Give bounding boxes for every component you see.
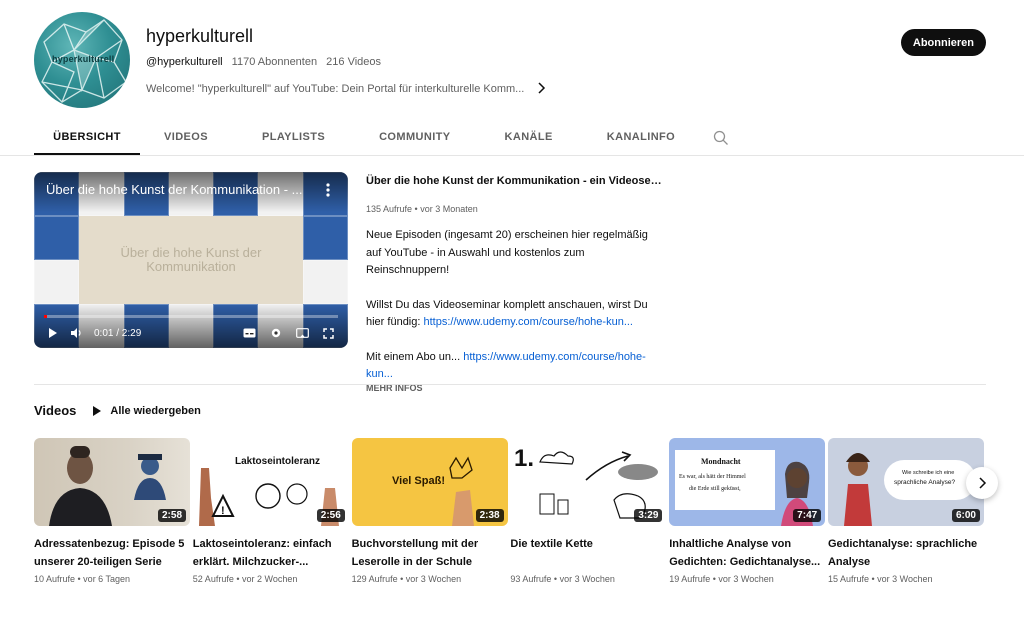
progress-bar[interactable] bbox=[44, 315, 338, 318]
tab-channels[interactable]: KANÄLE bbox=[493, 120, 565, 155]
video-meta: 129 Aufrufe • vor 3 Wochen bbox=[351, 574, 462, 584]
videos-shelf-header: Videos Alle wiedergeben bbox=[34, 403, 201, 418]
video-card[interactable]: Mondnacht Es war, als hätt der Himmel di… bbox=[669, 438, 826, 584]
player-title[interactable]: Über die hohe Kunst der Kommunikation - … bbox=[46, 182, 303, 197]
cast-icon[interactable] bbox=[296, 328, 309, 338]
description-paragraph-3: Mit einem Abo un... https://www.udemy.co… bbox=[366, 350, 646, 381]
video-title[interactable]: Adressatenbezug: Episode 5 unserer 20-te… bbox=[34, 536, 190, 571]
search-icon[interactable] bbox=[713, 120, 733, 155]
video-title[interactable]: Inhaltliche Analyse von Gedichten: Gedic… bbox=[669, 536, 825, 571]
video-thumbnail[interactable]: Mondnacht Es war, als hätt der Himmel di… bbox=[669, 438, 826, 526]
channel-avatar[interactable]: hyperkulturell bbox=[34, 12, 130, 108]
video-card[interactable]: Viel Spaß! 2:38 Buchvorstellung mit der … bbox=[351, 438, 508, 584]
video-meta: 15 Aufrufe • vor 3 Wochen bbox=[827, 574, 933, 584]
video-duration: 3:29 bbox=[634, 509, 663, 522]
video-duration: 2:38 bbox=[475, 509, 504, 522]
video-thumbnail[interactable]: 1. 3:29 bbox=[510, 438, 667, 526]
video-duration: 2:56 bbox=[316, 509, 345, 522]
featured-video-title[interactable]: Über die hohe Kunst der Kommunikation - … bbox=[366, 172, 662, 190]
video-thumbnail[interactable]: Wie schreibe ich eine sprachliche Analys… bbox=[827, 438, 984, 526]
video-card[interactable]: 1. 3:29 Die textile Kette 93 Aufrufe • v… bbox=[510, 438, 667, 584]
svg-text:!: ! bbox=[221, 505, 225, 517]
player-center-text: Über die hohe Kunst der Kommunikation bbox=[120, 245, 262, 274]
video-thumbnail[interactable]: Viel Spaß! 2:38 bbox=[351, 438, 508, 526]
description-paragraph-1: Neue Episoden (ingesamt 20) erscheinen h… bbox=[366, 229, 648, 276]
thumb-text: Viel Spaß! bbox=[392, 475, 445, 487]
videos-shelf-title[interactable]: Videos bbox=[34, 403, 76, 418]
video-thumbnail[interactable]: Laktoseintoleranz ! 2:56 bbox=[192, 438, 349, 526]
video-card[interactable]: Wie schreibe ich eine sprachliche Analys… bbox=[827, 438, 984, 584]
thumb-title: Laktoseintoleranz bbox=[235, 456, 320, 467]
video-duration: 6:00 bbox=[951, 509, 980, 522]
video-title[interactable]: Gedichtanalyse: sprachliche Analyse bbox=[828, 536, 984, 571]
subscribe-button[interactable]: Abonnieren bbox=[900, 29, 986, 56]
svg-text:die Erde still geküsst,: die Erde still geküsst, bbox=[689, 486, 741, 492]
featured-video-info: Über die hohe Kunst der Kommunikation - … bbox=[366, 172, 676, 393]
svg-text:Es war, als hätt der Himmel: Es war, als hätt der Himmel bbox=[679, 474, 746, 480]
thumb-poem-title: Mondnacht bbox=[701, 457, 741, 466]
more-vert-icon[interactable] bbox=[326, 183, 330, 200]
video-card[interactable]: 2:58 Adressatenbezug: Episode 5 unserer … bbox=[34, 438, 190, 584]
shelf-next-button[interactable] bbox=[966, 467, 998, 499]
subtitles-icon[interactable] bbox=[243, 328, 256, 338]
channel-name: hyperkulturell bbox=[146, 26, 254, 46]
player-center-card: Über die hohe Kunst der Kommunikation bbox=[79, 216, 303, 304]
subscriber-count: 1170 Abonnenten bbox=[231, 56, 318, 68]
video-duration: 2:58 bbox=[157, 509, 186, 522]
video-meta: 19 Aufrufe • vor 3 Wochen bbox=[669, 574, 774, 584]
channel-handle: @hyperkulturell bbox=[146, 56, 223, 68]
tab-community[interactable]: COMMUNITY bbox=[367, 120, 462, 155]
video-meta: 52 Aufrufe • vor 2 Wochen bbox=[192, 574, 298, 584]
section-divider bbox=[34, 384, 986, 385]
description-paragraph-2: Willst Du das Videoseminar komplett ansc… bbox=[366, 298, 648, 329]
play-all-label: Alle wiedergeben bbox=[110, 404, 201, 417]
progress-fill bbox=[44, 315, 47, 318]
tab-divider bbox=[0, 155, 1024, 156]
settings-gear-icon[interactable] bbox=[270, 327, 282, 339]
channel-tabs: ÜBERSICHT VIDEOS PLAYLISTS COMMUNITY KAN… bbox=[34, 120, 733, 156]
featured-video-description: Neue Episoden (ingesamt 20) erscheinen h… bbox=[366, 227, 666, 384]
channel-description-text: Welcome! "hyperkulturell" auf YouTube: D… bbox=[146, 83, 525, 95]
channel-header: hyperkulturell hyperkulturell @hyperkult… bbox=[34, 12, 990, 112]
avatar-text: hyperkulturell bbox=[52, 54, 115, 64]
video-duration: 7:47 bbox=[793, 509, 822, 522]
fullscreen-icon[interactable] bbox=[323, 327, 334, 339]
chevron-right-icon[interactable] bbox=[536, 81, 546, 97]
video-thumbnail[interactable]: 2:58 bbox=[34, 438, 190, 526]
tab-overview[interactable]: ÜBERSICHT bbox=[34, 120, 140, 155]
channel-description[interactable]: Welcome! "hyperkulturell" auf YouTube: D… bbox=[146, 81, 546, 97]
play-icon bbox=[93, 405, 102, 416]
video-title[interactable]: Die textile Kette bbox=[510, 536, 666, 571]
player-controls: 0:01 / 2:29 bbox=[48, 324, 334, 342]
featured-video-meta: 135 Aufrufe • vor 3 Monaten bbox=[366, 204, 478, 214]
volume-icon[interactable] bbox=[70, 327, 82, 339]
tab-about[interactable]: KANALINFO bbox=[595, 120, 687, 155]
play-all-button[interactable]: Alle wiedergeben bbox=[92, 404, 201, 417]
svg-text:Wie schreibe ich eine: Wie schreibe ich eine bbox=[902, 470, 954, 476]
video-count: 216 Videos bbox=[326, 56, 382, 68]
thumb-number: 1. bbox=[514, 445, 534, 472]
video-meta: 10 Aufrufe • vor 6 Tagen bbox=[34, 574, 131, 584]
chevron-right-icon bbox=[979, 477, 987, 489]
video-card[interactable]: Laktoseintoleranz ! 2:56 Laktoseintolera… bbox=[192, 438, 349, 584]
video-shelf: 2:58 Adressatenbezug: Episode 5 unserer … bbox=[34, 438, 987, 584]
featured-video-player[interactable]: Über die hohe Kunst der Kommunikation Üb… bbox=[34, 172, 348, 348]
channel-meta: @hyperkulturell 1170 Abonnenten 216 Vide… bbox=[146, 56, 387, 68]
udemy-link[interactable]: https://www.udemy.com/course/hohe-kun... bbox=[423, 316, 633, 328]
svg-text:sprachliche Analyse?: sprachliche Analyse? bbox=[894, 479, 955, 486]
time-display: 0:01 / 2:29 bbox=[94, 327, 142, 339]
play-icon[interactable] bbox=[48, 327, 58, 339]
video-title[interactable]: Buchvorstellung mit der Leserolle in der… bbox=[352, 536, 508, 571]
tab-videos[interactable]: VIDEOS bbox=[152, 120, 220, 155]
video-meta: 93 Aufrufe • vor 3 Wochen bbox=[510, 574, 615, 584]
tab-playlists[interactable]: PLAYLISTS bbox=[250, 120, 337, 155]
video-title[interactable]: Laktoseintoleranz: einfach erklärt. Milc… bbox=[193, 536, 349, 571]
